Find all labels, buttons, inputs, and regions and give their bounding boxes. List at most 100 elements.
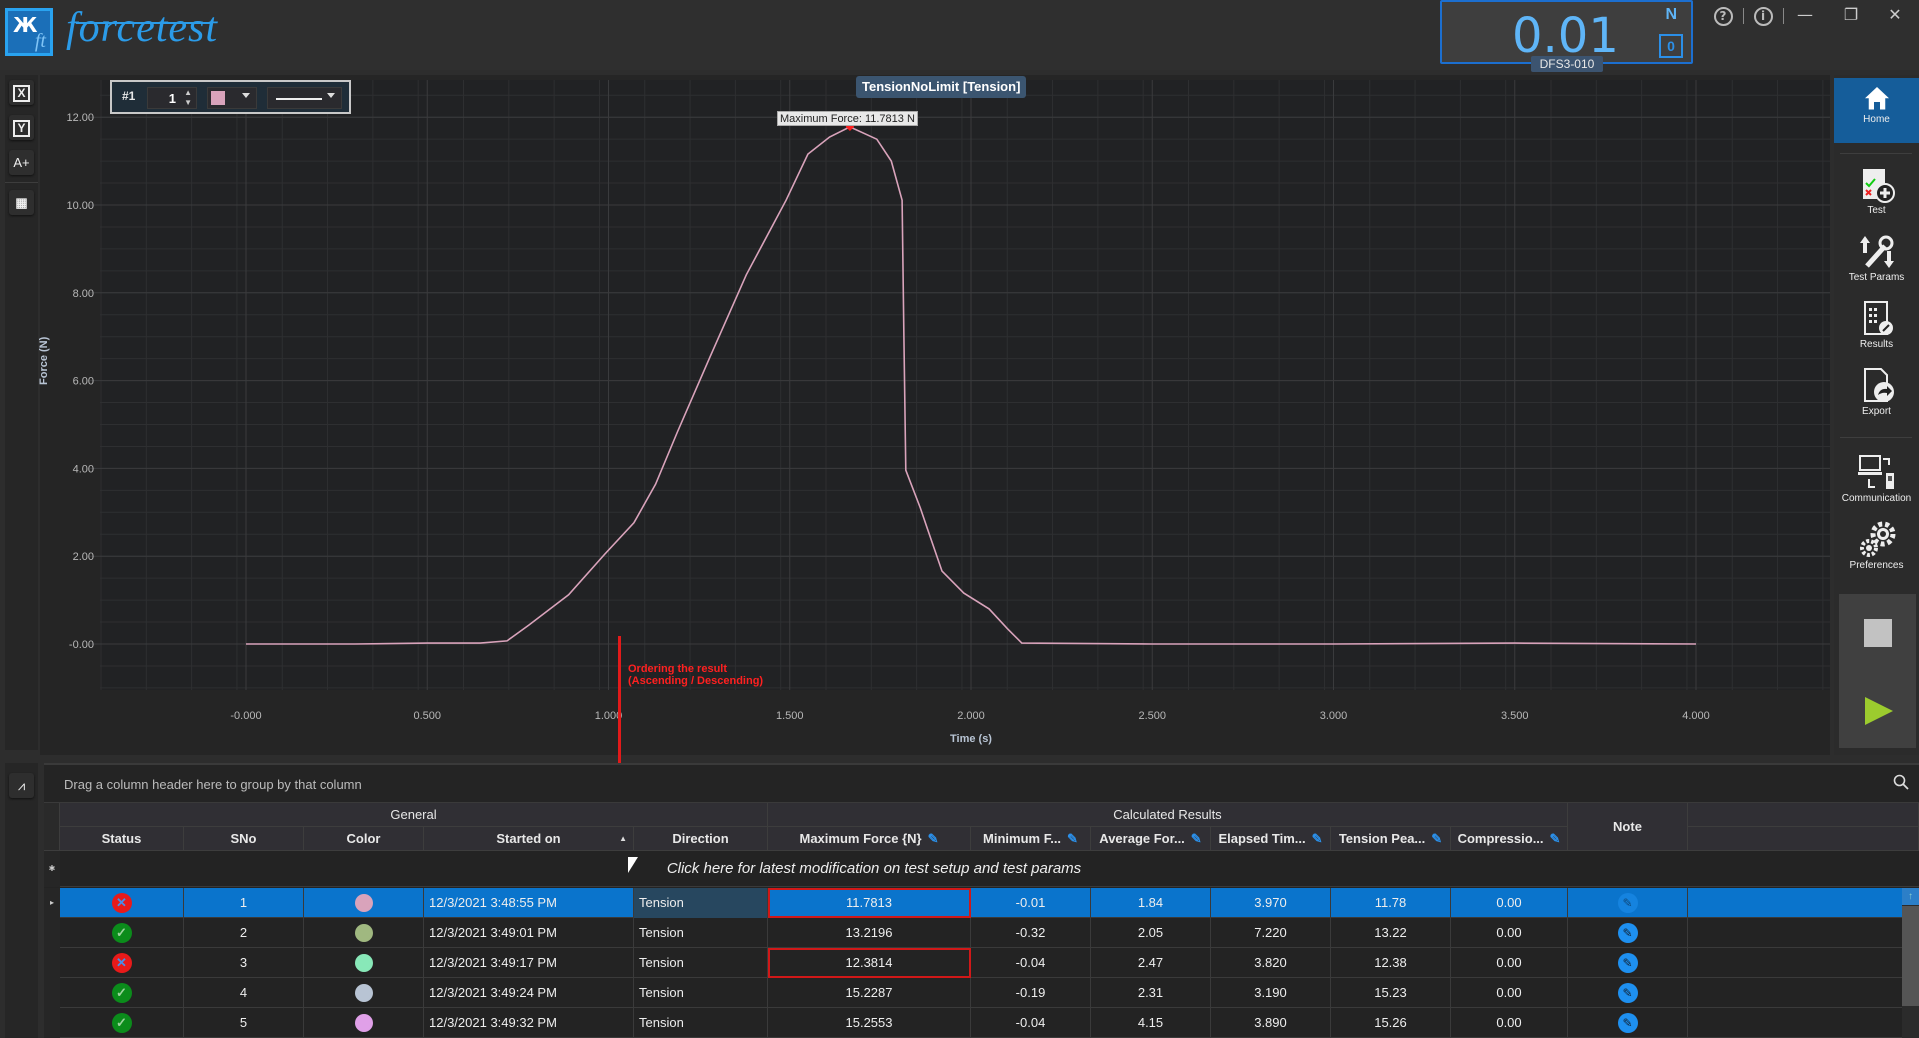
cell-color[interactable]	[304, 1008, 424, 1038]
line-style-picker[interactable]	[267, 87, 342, 109]
new-row-hint[interactable]: Click here for latest modification on te…	[60, 851, 1688, 887]
group-by-panel[interactable]: Drag a column header here to group by th…	[44, 763, 1919, 803]
edit-note-icon[interactable]: ✎	[1617, 953, 1638, 973]
cell-compression[interactable]: 0.00	[1451, 978, 1568, 1008]
cell-avg-force[interactable]: 2.05	[1091, 918, 1211, 948]
cell-avg-force[interactable]: 2.47	[1091, 948, 1211, 978]
cell-tension-peak[interactable]: 13.22	[1331, 918, 1451, 948]
cell-compression[interactable]: 0.00	[1451, 1008, 1568, 1038]
spinner-arrows-icon[interactable]: ▲ ▼	[184, 88, 192, 108]
cell-elapsed[interactable]: 3.190	[1211, 978, 1331, 1008]
cell-elapsed[interactable]: 3.970	[1211, 888, 1331, 918]
cell-note[interactable]: ✎	[1568, 978, 1688, 1008]
cell-direction[interactable]: Tension	[634, 888, 768, 918]
play-button[interactable]	[1865, 697, 1893, 725]
table-row[interactable]: ✕ 3 12/3/2021 3:49:17 PM Tension 12.3814 -0.0…	[44, 948, 1919, 978]
cell-compression[interactable]: 0.00	[1451, 888, 1568, 918]
cell-sno[interactable]: 2	[184, 918, 304, 948]
edit-column-icon[interactable]: ✎	[928, 827, 939, 851]
cell-max-force[interactable]: 15.2287	[768, 978, 971, 1008]
cell-direction[interactable]: Tension	[634, 918, 768, 948]
nav-test-params[interactable]: Test Params	[1834, 232, 1919, 283]
scroll-up-icon[interactable]: ↑	[1902, 888, 1919, 905]
cell-min-force[interactable]: -0.04	[971, 948, 1091, 978]
new-row[interactable]: ✱ Click here for latest modification on …	[44, 851, 1919, 887]
row-indicator[interactable]	[44, 978, 60, 1008]
cell-sno[interactable]: 3	[184, 948, 304, 978]
column-header-min-force[interactable]: Minimum F... ✎	[971, 827, 1091, 851]
cell-started[interactable]: 12/3/2021 3:49:32 PM	[424, 1008, 634, 1038]
cell-max-force[interactable]: 15.2553	[768, 1008, 971, 1038]
column-header-tension-peak[interactable]: Tension Pea... ✎	[1331, 827, 1451, 851]
cell-status[interactable]: ✕	[60, 888, 184, 918]
nav-home[interactable]: Home	[1834, 78, 1919, 143]
cell-note[interactable]: ✎	[1568, 918, 1688, 948]
cell-note[interactable]: ✎	[1568, 1008, 1688, 1038]
series-color-dot[interactable]	[354, 924, 373, 942]
restore-button[interactable]: ❐	[1836, 0, 1866, 30]
cell-status[interactable]: ✓	[60, 1008, 184, 1038]
cell-elapsed[interactable]: 7.220	[1211, 918, 1331, 948]
cell-max-force[interactable]: 12.3814	[768, 948, 971, 978]
nav-test[interactable]: Test	[1834, 165, 1919, 216]
row-indicator[interactable]	[44, 948, 60, 978]
edit-note-icon[interactable]: ✎	[1617, 983, 1638, 1003]
cell-compression[interactable]: 0.00	[1451, 918, 1568, 948]
table-row[interactable]: ✓ 4 12/3/2021 3:49:24 PM Tension 15.2287 -0.1…	[44, 978, 1919, 1008]
column-header-sno[interactable]: SNo	[184, 827, 304, 851]
sort-ascending-icon[interactable]: ▲	[619, 827, 627, 851]
cell-max-force[interactable]: 13.2196	[768, 918, 971, 948]
cell-started[interactable]: 12/3/2021 3:48:55 PM	[424, 888, 634, 918]
row-indicator[interactable]	[44, 1008, 60, 1038]
scroll-thumb[interactable]	[1902, 906, 1919, 1006]
cell-direction[interactable]: Tension	[634, 948, 768, 978]
nav-communication[interactable]: Communication	[1834, 453, 1919, 504]
cell-color[interactable]	[304, 978, 424, 1008]
table-row[interactable]: ▸ ✕ 1 12/3/2021 3:48:55 PM Tension 11.7813 -0.…	[44, 888, 1919, 918]
cell-min-force[interactable]: -0.04	[971, 1008, 1091, 1038]
cell-min-force[interactable]: -0.19	[971, 978, 1091, 1008]
edit-column-icon[interactable]: ✎	[1431, 827, 1442, 851]
nav-results[interactable]: Results	[1834, 299, 1919, 350]
column-header-max-force[interactable]: Maximum Force {N} ✎	[768, 827, 971, 851]
series-color-dot[interactable]	[354, 984, 373, 1002]
cell-tension-peak[interactable]: 12.38	[1331, 948, 1451, 978]
series-color-dot[interactable]	[354, 1014, 373, 1032]
column-header-direction[interactable]: Direction	[634, 827, 768, 851]
nav-export[interactable]: Export	[1834, 366, 1919, 417]
cell-color[interactable]	[304, 888, 424, 918]
edit-column-icon[interactable]: ✎	[1312, 827, 1323, 851]
column-header-started[interactable]: Started on ▲	[424, 827, 634, 851]
edit-column-icon[interactable]: ✎	[1191, 827, 1202, 851]
cell-tension-peak[interactable]: 11.78	[1331, 888, 1451, 918]
edit-note-icon[interactable]: ✎	[1617, 1013, 1638, 1033]
cell-min-force[interactable]: -0.32	[971, 918, 1091, 948]
cell-direction[interactable]: Tension	[634, 978, 768, 1008]
cell-min-force[interactable]: -0.01	[971, 888, 1091, 918]
edit-note-icon[interactable]: ✎	[1617, 893, 1638, 913]
row-indicator[interactable]	[44, 918, 60, 948]
search-icon[interactable]	[1893, 774, 1909, 790]
series-color-picker[interactable]	[207, 87, 257, 109]
cell-started[interactable]: 12/3/2021 3:49:01 PM	[424, 918, 634, 948]
column-header-avg-force[interactable]: Average For... ✎	[1091, 827, 1211, 851]
series-color-dot[interactable]	[354, 954, 373, 972]
cell-started[interactable]: 12/3/2021 3:49:24 PM	[424, 978, 634, 1008]
cell-color[interactable]	[304, 948, 424, 978]
chart-toggle-button[interactable]: ⩘	[9, 773, 34, 798]
cell-sno[interactable]: 1	[184, 888, 304, 918]
cell-status[interactable]: ✕	[60, 948, 184, 978]
edit-column-icon[interactable]: ✎	[1550, 827, 1561, 851]
edit-note-icon[interactable]: ✎	[1617, 923, 1638, 943]
table-row[interactable]: ✓ 5 12/3/2021 3:49:32 PM Tension 15.2553 -0.0…	[44, 1008, 1919, 1038]
cell-status[interactable]: ✓	[60, 978, 184, 1008]
cell-tension-peak[interactable]: 15.26	[1331, 1008, 1451, 1038]
cell-sno[interactable]: 4	[184, 978, 304, 1008]
cell-status[interactable]: ✓	[60, 918, 184, 948]
cell-avg-force[interactable]: 4.15	[1091, 1008, 1211, 1038]
grid-scrollbar[interactable]: ↑	[1902, 888, 1919, 1038]
column-header-status[interactable]: Status	[60, 827, 184, 851]
cell-max-force[interactable]: 11.7813	[768, 888, 971, 918]
cell-started[interactable]: 12/3/2021 3:49:17 PM	[424, 948, 634, 978]
cell-tension-peak[interactable]: 15.23	[1331, 978, 1451, 1008]
